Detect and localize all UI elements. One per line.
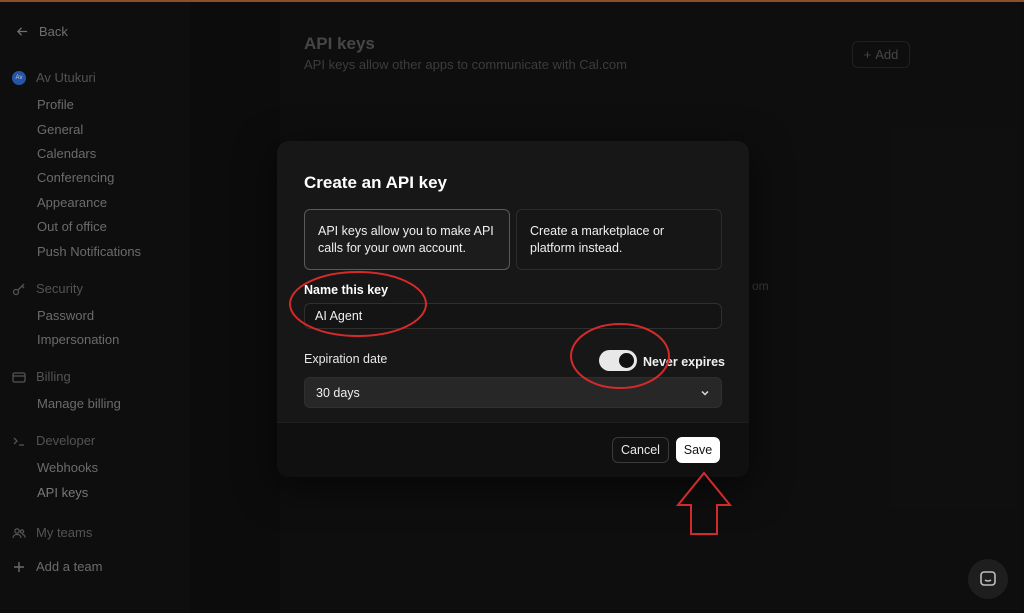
never-expires-toggle[interactable] (599, 350, 637, 371)
chat-support-button[interactable] (968, 559, 1008, 599)
option-marketplace[interactable]: Create a marketplace or platform instead… (516, 209, 722, 270)
expiration-value: 30 days (316, 385, 360, 400)
save-button[interactable]: Save (676, 437, 720, 463)
expiration-date-label: Expiration date (304, 352, 388, 366)
chevron-down-icon (701, 390, 709, 396)
create-api-key-dialog: Create an API key API keys allow you to … (277, 141, 749, 477)
option-personal-api-key[interactable]: API keys allow you to make API calls for… (304, 209, 510, 270)
never-expires-label: Never expires (643, 355, 726, 369)
key-name-input[interactable] (304, 303, 722, 329)
chat-bubble-icon (980, 571, 996, 586)
toggle-knob (619, 353, 634, 368)
cancel-button[interactable]: Cancel (612, 437, 669, 463)
name-key-label: Name this key (304, 283, 389, 297)
expiration-select[interactable]: 30 days (304, 377, 722, 408)
dialog-title: Create an API key (304, 173, 447, 192)
